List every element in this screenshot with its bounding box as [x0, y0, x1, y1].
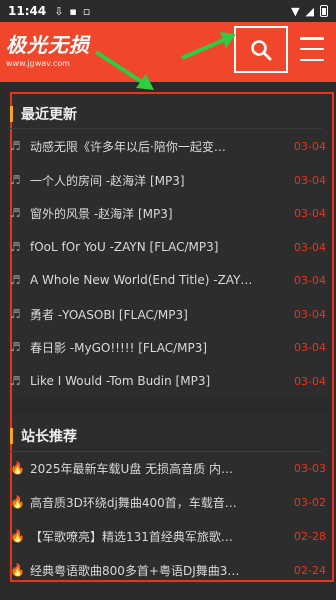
list-item-title: 动感无限《许多年以后·陪你一起变… — [30, 139, 226, 154]
list-item-title: 春日影 -MyGO!!!!! [FLAC/MP3] — [30, 340, 208, 355]
list-item-title: fOoL fOr YoU -ZAYN [FLAC/MP3] — [30, 240, 219, 254]
notification-icon: ▪ — [69, 4, 77, 18]
signal-icon: ◢ — [305, 4, 314, 18]
section-accent-bar — [10, 428, 13, 444]
list-item-title: 【军歌嘹亮】精选131首经典军旅歌… — [30, 529, 233, 544]
app-header: 极光无损 www.jgwav.com — [0, 22, 336, 82]
list-item-title: A Whole New World(End Title) -ZAY… — [30, 273, 253, 287]
recommend-section-title: 站长推荐 — [10, 425, 77, 447]
menu-icon-line — [300, 37, 324, 40]
list-item[interactable]: ♬ Like I Would -Tom Budin [MP3] 03-04 — [10, 371, 326, 391]
list-item[interactable]: ♬ fOoL fOr YoU -ZAYN [FLAC/MP3] 03-04 — [10, 237, 326, 257]
music-note-icon: ♬ — [10, 374, 21, 388]
site-logo[interactable]: 极光无损 www.jgwav.com — [6, 29, 90, 68]
logo-url: www.jgwav.com — [6, 59, 70, 68]
list-item[interactable]: 🔥 经典粤语歌曲800多首+粤语DJ舞曲3… 02-24 — [10, 560, 326, 580]
status-right-icons: ▼ ◢ — [291, 5, 328, 18]
section-accent-bar — [10, 106, 13, 122]
list-item-date: 02-24 — [294, 563, 326, 577]
list-item[interactable]: ♬ 窗外的风景 -赵海洋 [MP3] 03-04 — [10, 203, 326, 223]
list-item-date: 03-02 — [294, 495, 326, 509]
sim-icon: ▫ — [82, 4, 91, 18]
list-item-date: 03-03 — [294, 461, 326, 475]
list-item-date: 03-04 — [294, 273, 326, 287]
menu-icon-line — [300, 47, 324, 51]
list-item[interactable]: ♬ 一个人的房间 -赵海洋 [MP3] 03-04 — [10, 170, 326, 190]
recommend-title-text: 站长推荐 — [21, 429, 77, 445]
status-left-icons: ⇩ ▪ ▫ — [54, 5, 90, 18]
list-item[interactable]: 🔥 高音质3D环绕dj舞曲400首，车载音… 03-02 — [10, 492, 326, 512]
battery-icon — [320, 5, 328, 17]
list-item[interactable]: 🔥 2025年最新车载U盘 无损高音质 内… 03-03 — [10, 458, 326, 478]
list-item-date: 03-04 — [294, 340, 326, 354]
music-note-icon: ♬ — [10, 139, 21, 153]
list-item-title: 一个人的房间 -赵海洋 [MP3] — [30, 173, 185, 188]
list-item-date: 03-04 — [294, 173, 326, 187]
list-item[interactable]: ♬ 勇者 -YOASOBI [FLAC/MP3] 03-04 — [10, 304, 326, 324]
divider — [10, 128, 322, 129]
list-item-title: 高音质3D环绕dj舞曲400首，车载音… — [30, 495, 237, 510]
list-item-title: 勇者 -YOASOBI [FLAC/MP3] — [30, 307, 188, 322]
list-item-date: 03-04 — [294, 240, 326, 254]
divider — [10, 451, 322, 452]
status-bar: 11:44 ⇩ ▪ ▫ ▼ ◢ — [0, 0, 336, 22]
annotation-arrow-down — [94, 50, 154, 90]
wifi-icon: ▼ — [291, 4, 300, 18]
recent-section-title: 最近更新 — [10, 103, 77, 125]
fire-icon: 🔥 — [10, 563, 25, 577]
fire-icon: 🔥 — [10, 461, 25, 475]
list-item-date: 03-04 — [294, 206, 326, 220]
list-item-date: 03-04 — [294, 307, 326, 321]
list-item-date: 03-04 — [294, 139, 326, 153]
music-note-icon: ♬ — [10, 273, 21, 287]
list-item[interactable]: ♬ 春日影 -MyGO!!!!! [FLAC/MP3] 03-04 — [10, 337, 326, 357]
music-note-icon: ♬ — [10, 307, 21, 321]
fire-icon: 🔥 — [10, 495, 25, 509]
fire-icon: 🔥 — [10, 529, 25, 543]
recent-title-text: 最近更新 — [21, 107, 77, 123]
search-icon — [251, 39, 272, 60]
list-item-title: Like I Would -Tom Budin [MP3] — [30, 374, 211, 388]
logo-text: 极光无损 — [6, 33, 90, 57]
list-item-date: 03-04 — [294, 374, 326, 388]
bottom-strip — [0, 586, 336, 600]
music-note-icon: ♬ — [10, 240, 21, 254]
menu-button[interactable] — [294, 33, 330, 65]
usb-icon: ⇩ — [54, 4, 64, 18]
music-note-icon: ♬ — [10, 340, 21, 354]
search-button[interactable] — [234, 26, 288, 73]
list-item-title: 2025年最新车载U盘 无损高音质 内… — [30, 461, 233, 476]
list-item[interactable]: ♬ A Whole New World(End Title) -ZAY… 03-… — [10, 270, 326, 290]
status-time: 11:44 — [8, 4, 47, 18]
list-item-title: 经典粤语歌曲800多首+粤语DJ舞曲3… — [30, 563, 240, 578]
list-item-date: 02-28 — [294, 529, 326, 543]
list-item[interactable]: ♬ 动感无限《许多年以后·陪你一起变… 03-04 — [10, 136, 326, 156]
list-item-title: 窗外的风景 -赵海洋 [MP3] — [30, 206, 173, 221]
music-note-icon: ♬ — [10, 206, 21, 220]
annotation-arrow-right — [181, 32, 236, 60]
music-note-icon: ♬ — [10, 173, 21, 187]
menu-icon-line — [300, 58, 324, 61]
list-item[interactable]: 🔥 【军歌嘹亮】精选131首经典军旅歌… 02-28 — [10, 526, 326, 546]
